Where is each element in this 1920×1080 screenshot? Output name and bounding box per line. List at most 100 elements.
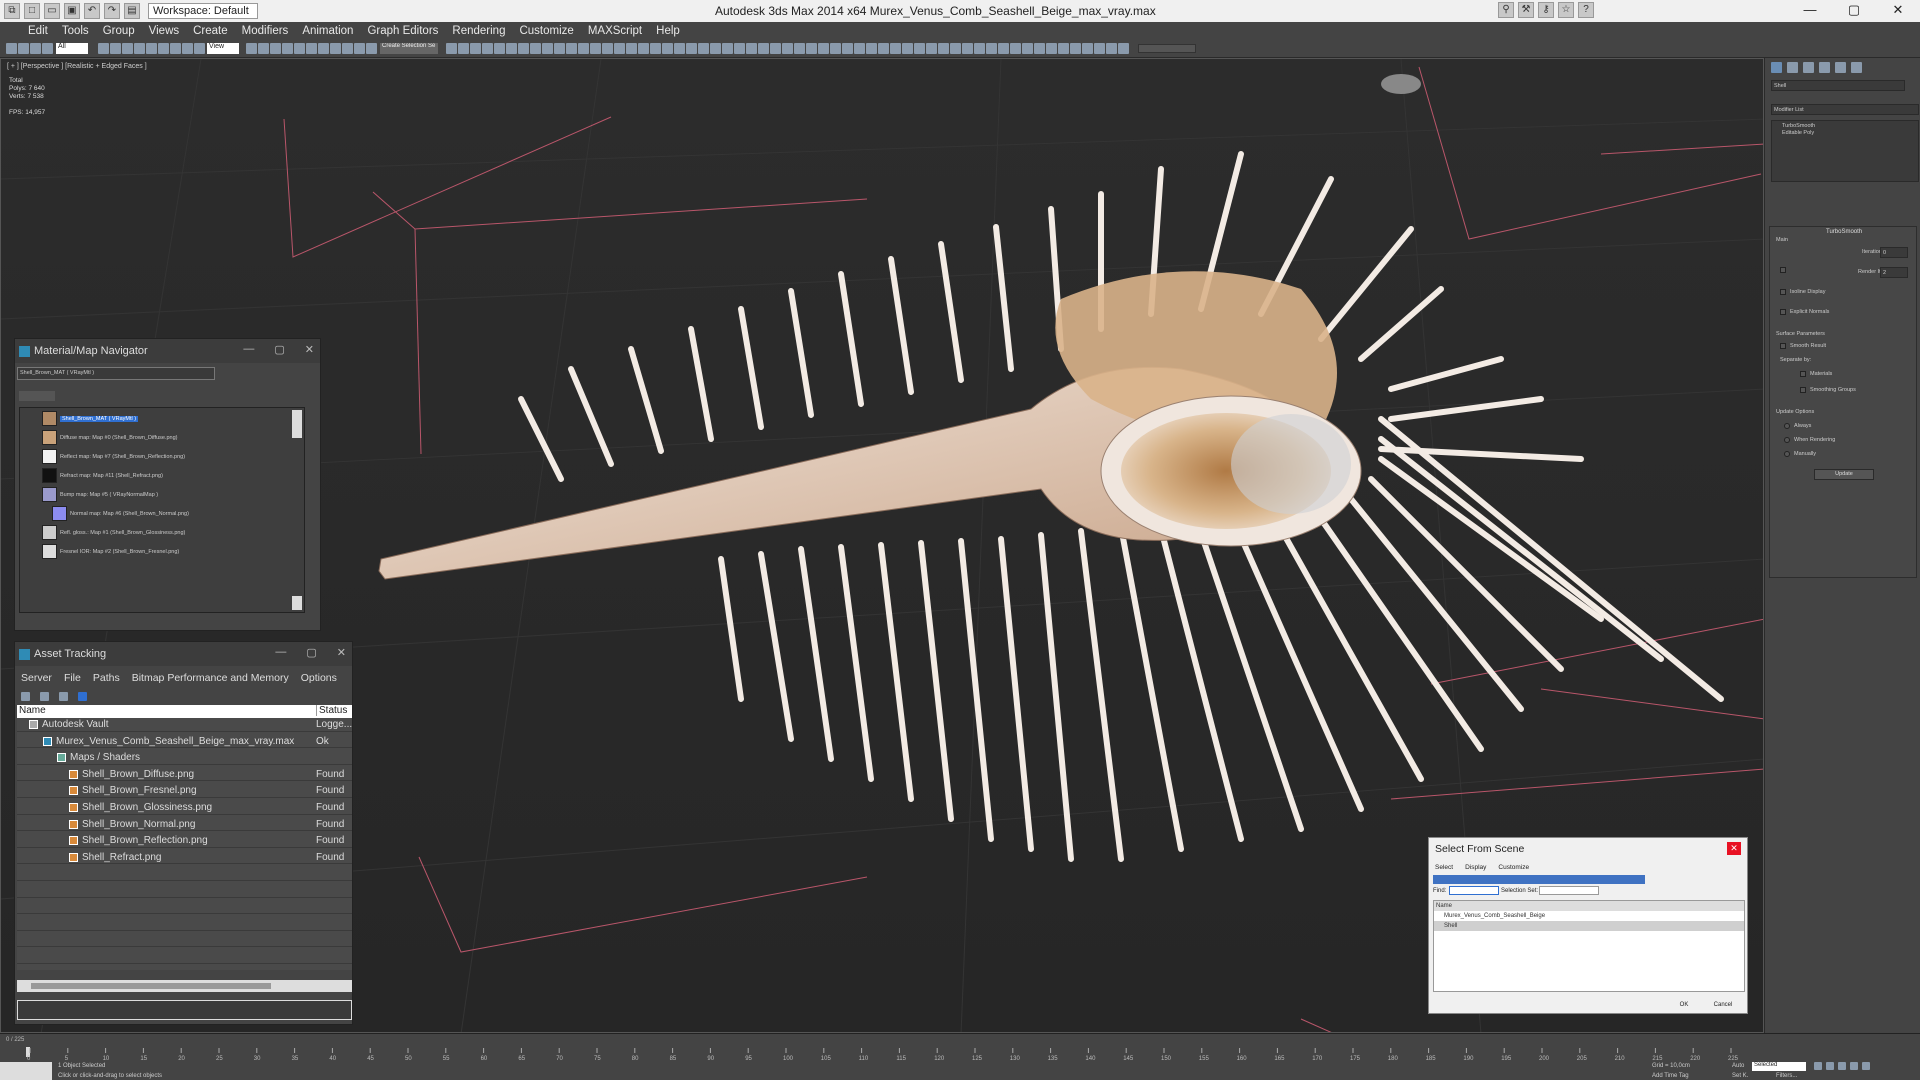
time-slider-label[interactable]: 0 / 225 xyxy=(6,1037,24,1043)
manually-radio[interactable] xyxy=(1784,451,1790,457)
at-col-name[interactable]: Name xyxy=(19,705,46,716)
sfs-row-murex[interactable]: Murex_Venus_Comb_Seashell_Beige xyxy=(1434,911,1744,921)
at-refresh-icon[interactable] xyxy=(21,692,30,701)
at-view-icon[interactable] xyxy=(78,692,87,701)
toolbar-tool-icon[interactable] xyxy=(998,43,1009,54)
toolbar-tool-icon[interactable] xyxy=(806,43,817,54)
sfs-object-list[interactable]: Name Murex_Venus_Comb_Seashell_Beige She… xyxy=(1433,900,1745,992)
toolbar-tool-icon[interactable] xyxy=(614,43,625,54)
tree-row-refract-map[interactable]: Refract map: Map #11 (Shell_Refract.png) xyxy=(42,467,163,484)
menu-help[interactable]: Help xyxy=(656,25,680,37)
toolbar-tool-icon[interactable] xyxy=(782,43,793,54)
tree-row-bump-map[interactable]: Bump map: Map #5 ( VRayNormalMap ) xyxy=(42,486,158,503)
toolbar-tool-icon[interactable] xyxy=(626,43,637,54)
toolbar-tool-icon[interactable] xyxy=(1022,43,1033,54)
at-col-status[interactable]: Status xyxy=(316,705,347,716)
object-name-field[interactable]: Shell xyxy=(1771,80,1905,91)
save-icon[interactable]: ▣ xyxy=(64,3,80,19)
panel-maximize-button[interactable]: ▢ xyxy=(274,343,284,356)
render-iters-checkbox[interactable] xyxy=(1780,267,1786,273)
explicit-normals-checkbox[interactable] xyxy=(1780,309,1786,315)
toolbar-tool-icon[interactable] xyxy=(1082,43,1093,54)
hierarchy-tab-icon[interactable] xyxy=(1803,62,1814,73)
toolbar-tool-icon[interactable] xyxy=(494,43,505,54)
auto-key-button[interactable]: Auto xyxy=(1732,1063,1744,1069)
at-table-row[interactable]: Shell_Brown_Diffuse.png Found xyxy=(17,768,352,782)
toolbar-tool-icon[interactable] xyxy=(1118,43,1129,54)
material-tree[interactable]: Shell_Brown_MAT ( VRayMtl ) Diffuse map:… xyxy=(19,407,305,613)
ref-coord-dropdown[interactable]: View xyxy=(207,43,239,54)
menu-edit[interactable]: Edit xyxy=(28,25,48,37)
star-icon[interactable]: ☆ xyxy=(1558,2,1574,18)
sfs-col-name[interactable]: Name xyxy=(1434,901,1744,911)
toolbar-tool-icon[interactable] xyxy=(18,43,29,54)
filters-button[interactable]: Filters... xyxy=(1776,1073,1797,1079)
always-radio[interactable] xyxy=(1784,423,1790,429)
minimize-button[interactable]: — xyxy=(1788,0,1832,22)
at-maximize-button[interactable]: ▢ xyxy=(306,646,316,659)
toolbar-tool-icon[interactable] xyxy=(986,43,997,54)
toolbar-tool-icon[interactable] xyxy=(662,43,673,54)
binoculars-icon[interactable]: ⚲ xyxy=(1498,2,1514,18)
toolbar-tool-icon[interactable] xyxy=(282,43,293,54)
menu-create[interactable]: Create xyxy=(193,25,228,37)
at-menu-server[interactable]: Server xyxy=(21,672,52,684)
timeline-ruler[interactable]: 0 5 10 15 20 25 30 35 40 45 50 55 60 65 70 75 80 85 90 95 10… xyxy=(0,1048,1740,1062)
at-menu-options[interactable]: Options xyxy=(301,672,337,684)
at-scrollbar-thumb[interactable] xyxy=(31,983,271,989)
at-table-row[interactable]: Murex_Venus_Comb_Seashell_Beige_max_vray… xyxy=(17,735,352,749)
tree-row-fresnel-map[interactable]: Fresnel IOR: Map #2 (Shell_Brown_Fresnel… xyxy=(42,543,179,560)
sfs-menu-display[interactable]: Display xyxy=(1465,864,1486,871)
isoline-display-checkbox[interactable] xyxy=(1780,289,1786,295)
menu-maxscript[interactable]: MAXScript xyxy=(588,25,642,37)
toolbar-tool-icon[interactable] xyxy=(170,43,181,54)
toolbar-tool-icon[interactable] xyxy=(446,43,457,54)
at-table-row[interactable]: Maps / Shaders xyxy=(17,751,352,765)
toolbar-tool-icon[interactable] xyxy=(1094,43,1105,54)
toolbar-tool-icon[interactable] xyxy=(758,43,769,54)
open-file-icon[interactable]: ▭ xyxy=(44,3,60,19)
set-key-button[interactable]: Set K. xyxy=(1732,1073,1748,1079)
toolbar-tool-icon[interactable] xyxy=(842,43,853,54)
stack-item-editable-poly[interactable]: Editable Poly xyxy=(1782,130,1814,136)
motion-tab-icon[interactable] xyxy=(1819,62,1830,73)
toolbar-tool-icon[interactable] xyxy=(458,43,469,54)
toolbar-tool-icon[interactable] xyxy=(110,43,121,54)
tree-row-gloss-map[interactable]: Refl. gloss.: Map #1 (Shell_Brown_Glossi… xyxy=(42,524,185,541)
toolbar-tool-icon[interactable] xyxy=(1106,43,1117,54)
toolbar-tool-icon[interactable] xyxy=(974,43,985,54)
sfs-cancel-button[interactable]: Cancel xyxy=(1705,1000,1741,1011)
toolbar-dropdown[interactable] xyxy=(1138,44,1196,53)
maximize-button[interactable]: ▢ xyxy=(1832,0,1876,22)
at-close-button[interactable]: ✕ xyxy=(337,646,346,659)
at-menu-bitmap-performance[interactable]: Bitmap Performance and Memory xyxy=(132,672,289,684)
tree-row-normal-map[interactable]: Normal map: Map #6 (Shell_Brown_Normal.p… xyxy=(52,505,189,522)
toolbar-tool-icon[interactable] xyxy=(6,43,17,54)
toolbar-tool-icon[interactable] xyxy=(330,43,341,54)
toolbar-tool-icon[interactable] xyxy=(182,43,193,54)
toolbar-tool-icon[interactable] xyxy=(506,43,517,54)
workspace-dropdown[interactable]: Workspace: Default xyxy=(148,3,258,19)
new-file-icon[interactable]: □ xyxy=(24,3,40,19)
toolbar-tool-icon[interactable] xyxy=(746,43,757,54)
update-button[interactable]: Update xyxy=(1814,469,1874,480)
toolbar-tool-icon[interactable] xyxy=(674,43,685,54)
at-table-row[interactable]: Autodesk Vault Logge... xyxy=(17,718,352,732)
at-table-row[interactable]: Shell_Brown_Glossiness.png Found xyxy=(17,801,352,815)
at-checkin-icon[interactable] xyxy=(59,692,68,701)
toolbar-tool-icon[interactable] xyxy=(890,43,901,54)
at-table-row[interactable]: Shell_Brown_Reflection.png Found xyxy=(17,834,352,848)
at-minimize-button[interactable]: — xyxy=(275,646,286,659)
key-filter-dropdown[interactable]: Selected xyxy=(1752,1062,1806,1071)
menu-views[interactable]: Views xyxy=(149,25,179,37)
at-table-row[interactable]: Shell_Brown_Normal.png Found xyxy=(17,818,352,832)
at-horizontal-scrollbar[interactable] xyxy=(17,980,352,992)
toolbar-tool-icon[interactable] xyxy=(554,43,565,54)
sfs-menu-select[interactable]: Select xyxy=(1435,864,1453,871)
toolbar-tool-icon[interactable] xyxy=(1058,43,1069,54)
utilities-tab-icon[interactable] xyxy=(1851,62,1862,73)
toolbar-tool-icon[interactable] xyxy=(1046,43,1057,54)
sfs-menu-customize[interactable]: Customize xyxy=(1498,864,1529,871)
toolbar-tool-icon[interactable] xyxy=(246,43,257,54)
toolbar-tool-icon[interactable] xyxy=(470,43,481,54)
